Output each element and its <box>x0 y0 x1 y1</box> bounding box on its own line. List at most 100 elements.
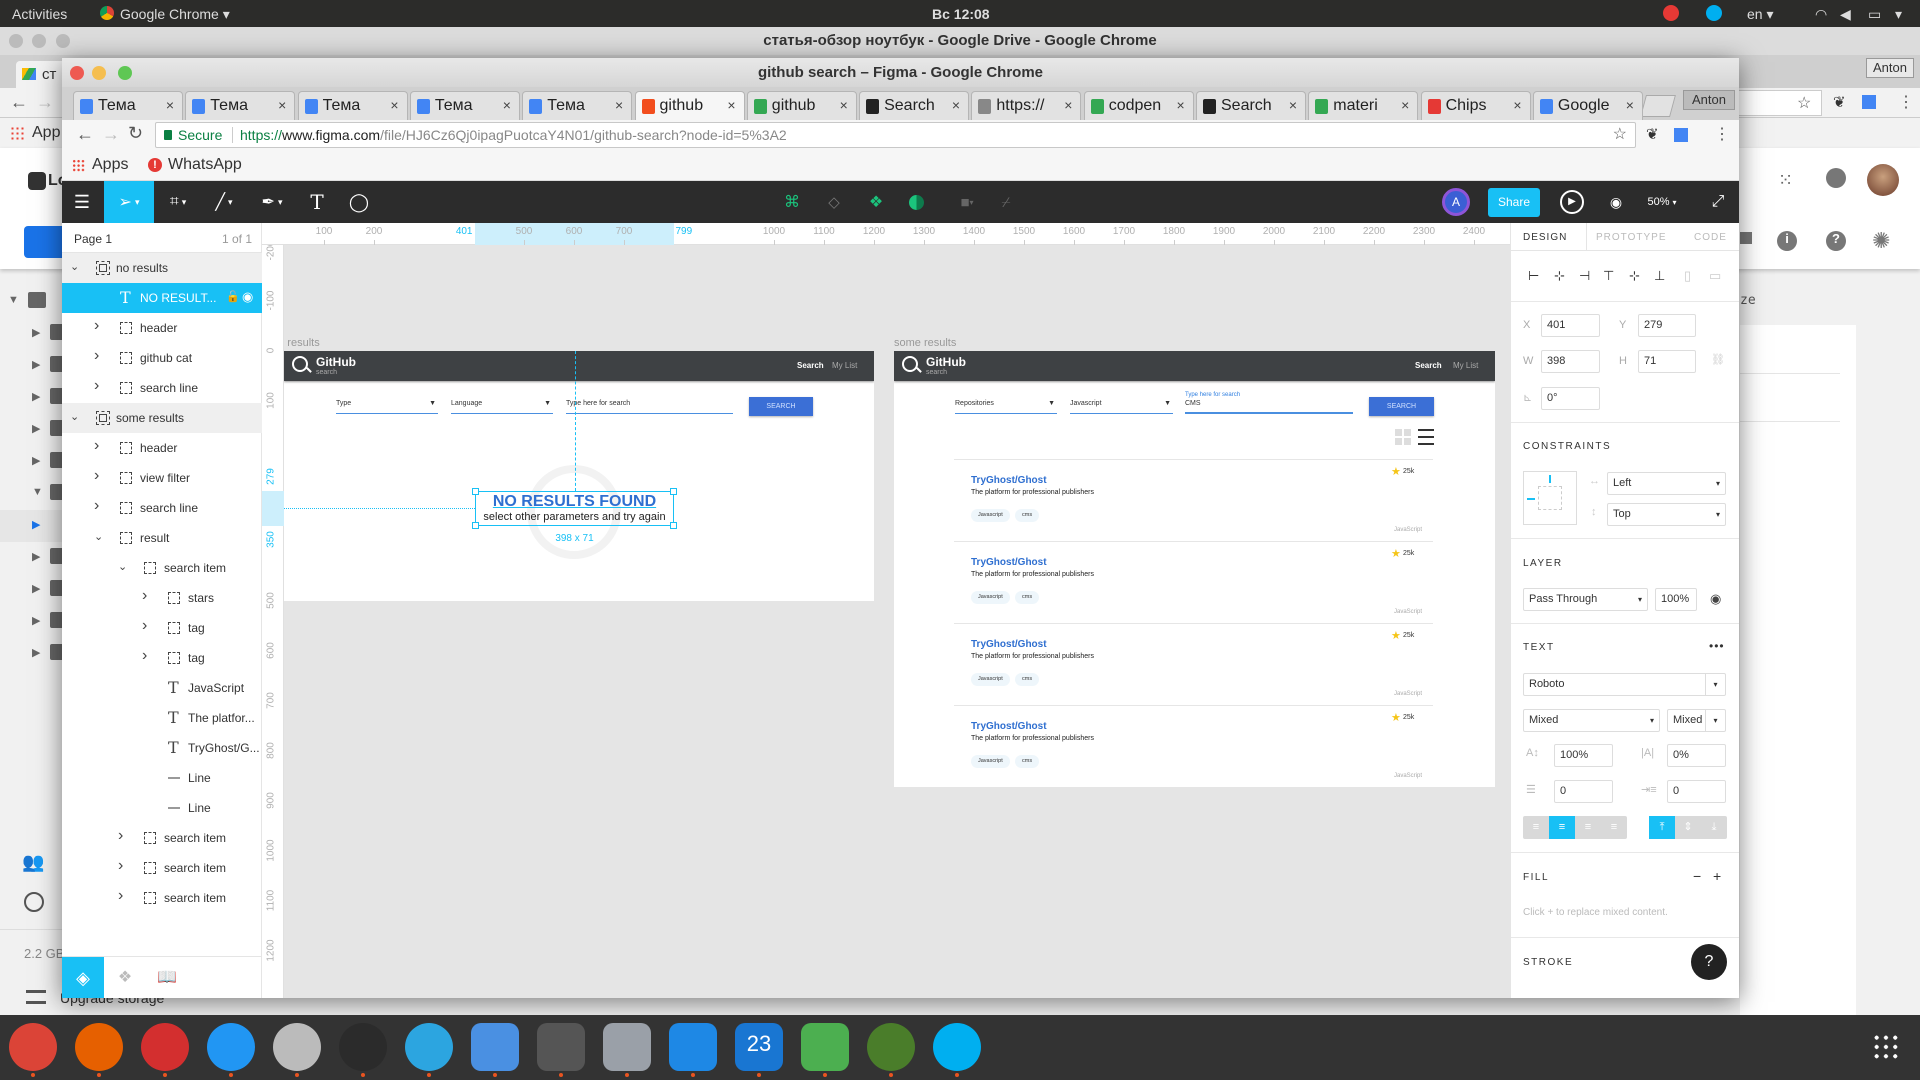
caret-right-icon[interactable]: ▶ <box>32 646 40 659</box>
caret-down-icon[interactable]: ▼ <box>32 486 43 498</box>
reset-instance-icon[interactable]: ◇ <box>822 181 846 223</box>
constraint-widget[interactable] <box>1523 471 1577 525</box>
reload-icon[interactable]: ↻ <box>128 123 143 144</box>
resize-handle[interactable] <box>472 522 479 529</box>
bookmark-whatsapp[interactable]: WhatsApp <box>168 156 242 174</box>
selected-folder-row[interactable] <box>0 510 62 542</box>
tab-5[interactable]: github × <box>634 91 745 120</box>
align-justify-icon[interactable]: ≡ <box>1601 816 1627 839</box>
tag-chip[interactable]: cms <box>1015 591 1040 604</box>
close-tab-icon[interactable]: × <box>1401 92 1409 119</box>
resize-handle[interactable] <box>670 522 677 529</box>
layer-row[interactable]: ⌄ some results <box>62 403 262 433</box>
letter-spacing-input[interactable]: 0% <box>1667 744 1726 767</box>
show-apps-icon[interactable] <box>1872 1033 1900 1061</box>
frame-no-results[interactable]: GitHub search Search My List Type ▼ Langu… <box>284 351 874 601</box>
layer-row[interactable]: Line <box>62 793 262 823</box>
tab-6[interactable]: github × <box>746 91 857 120</box>
tab-7[interactable]: Search × <box>859 91 970 120</box>
keepass-icon[interactable] <box>867 1023 915 1071</box>
close-tab-icon[interactable]: × <box>1289 92 1297 119</box>
chevron-right-icon[interactable]: › <box>118 827 123 845</box>
tray-app-icon[interactable] <box>1663 5 1679 21</box>
chevron-right-icon[interactable]: › <box>94 497 99 515</box>
layer-row[interactable]: › search item <box>62 883 262 913</box>
chevron-right-icon[interactable]: › <box>142 617 147 635</box>
battery-icon[interactable]: ▭ <box>1868 6 1881 23</box>
tab-code[interactable]: CODE <box>1694 232 1727 243</box>
font-weight-select[interactable]: Mixed ▾ <box>1523 709 1660 732</box>
inkscape-icon[interactable] <box>603 1023 651 1071</box>
blend-mode-select[interactable]: Pass Through ▾ <box>1523 588 1648 611</box>
profile-button[interactable]: Anton <box>1683 90 1735 110</box>
caret-right-icon[interactable]: ▶ <box>32 326 40 339</box>
fullscreen-icon[interactable]: ⤢ <box>1706 181 1730 223</box>
shared-icon[interactable]: 👥 <box>22 852 44 873</box>
close-tab-icon[interactable]: × <box>952 92 960 119</box>
layer-row[interactable]: T TryGhost/G... <box>62 733 262 763</box>
layer-row[interactable]: › search item <box>62 823 262 853</box>
text-tool-button[interactable]: T <box>302 181 332 223</box>
present-button[interactable]: ▶ <box>1558 181 1586 223</box>
translate-icon[interactable] <box>1674 128 1688 142</box>
layer-row[interactable]: T JavaScript <box>62 673 262 703</box>
menu-icon[interactable]: ⋮ <box>1898 92 1914 112</box>
search-input[interactable]: CMS <box>1185 400 1353 414</box>
components-tab-icon[interactable]: ❖ <box>104 957 146 998</box>
tag-chip[interactable]: Javascript <box>971 509 1010 522</box>
layer-row[interactable]: ⌄ no results <box>62 253 262 283</box>
nav-search[interactable]: Search <box>1415 361 1442 370</box>
layer-row[interactable]: › search line <box>62 493 262 523</box>
caret-right-icon[interactable]: ▶ <box>32 582 40 595</box>
w-input[interactable]: 398 <box>1541 350 1600 373</box>
layers-tab-icon[interactable]: ◈ <box>62 957 104 998</box>
font-family-select[interactable]: Roboto ▾ <box>1523 673 1726 696</box>
align-bottom-icon[interactable]: ⊥ <box>1654 268 1665 284</box>
forward-icon[interactable]: → <box>102 124 120 145</box>
close-tab-icon[interactable]: × <box>615 92 623 119</box>
view-icon[interactable]: ◉ <box>1604 181 1628 223</box>
close-tab-icon[interactable]: × <box>390 92 398 119</box>
indent-input[interactable]: 0 <box>1667 780 1726 803</box>
chevron-down-icon[interactable]: ⌄ <box>94 530 103 543</box>
wifi-icon[interactable]: ◠ <box>1815 6 1827 23</box>
frame-label[interactable]: some results <box>894 337 956 349</box>
menu-icon[interactable]: ⋮ <box>1714 124 1730 144</box>
vertical-constraint-select[interactable]: Top ▾ <box>1607 503 1726 526</box>
layer-row[interactable]: › tag <box>62 613 262 643</box>
sublime-icon[interactable] <box>801 1023 849 1071</box>
help-icon[interactable]: ? <box>1826 231 1846 251</box>
tab-1[interactable]: Тема × <box>185 91 296 120</box>
caret-right-icon[interactable]: ▶ <box>32 454 40 467</box>
comment-tool-button[interactable]: ◯ <box>344 181 374 223</box>
tab-3[interactable]: Тема × <box>409 91 520 120</box>
close-icon[interactable] <box>70 66 84 80</box>
software-install-icon[interactable] <box>273 1023 321 1071</box>
library-tab-icon[interactable]: 📖 <box>146 957 188 998</box>
align-right-icon[interactable]: ≡ <box>1575 816 1601 839</box>
tab-9[interactable]: codpen × <box>1083 91 1194 120</box>
chevron-right-icon[interactable]: › <box>94 317 99 335</box>
eye-icon[interactable]: ◉ <box>242 289 253 305</box>
tab-2[interactable]: Тема × <box>297 91 408 120</box>
layer-row[interactable]: › github cat <box>62 343 262 373</box>
result-title[interactable]: TryGhost/Ghost <box>971 475 1047 486</box>
type-select[interactable]: Type ▼ <box>336 400 438 414</box>
caret-right-icon[interactable]: ▶ <box>32 550 40 563</box>
canvas[interactable]: 100 200 500 600 700 1000 1100 1200 1300 1400 1500 1… <box>262 223 1510 998</box>
help-button[interactable]: ? <box>1691 944 1727 980</box>
bookmark-star-icon[interactable]: ☆ <box>1613 123 1627 147</box>
chevron-right-icon[interactable]: › <box>118 887 123 905</box>
language-select[interactable]: Language ▼ <box>451 400 553 414</box>
skype-icon[interactable] <box>933 1023 981 1071</box>
nav-search[interactable]: Search <box>797 361 824 370</box>
y-input[interactable]: 279 <box>1638 314 1696 337</box>
chevron-right-icon[interactable]: › <box>94 437 99 455</box>
apps-grid-icon[interactable]: ⁙ <box>1778 170 1793 191</box>
image-viewer-icon[interactable] <box>471 1023 519 1071</box>
language-select[interactable]: Javascript ▼ <box>1070 400 1173 414</box>
star-icon[interactable]: ☆ <box>1797 93 1811 113</box>
info-icon[interactable]: i <box>1777 231 1797 251</box>
unlock-icon[interactable]: 🔓 <box>226 290 240 303</box>
constrain-proportions-icon[interactable]: ⛓ <box>1711 353 1725 366</box>
